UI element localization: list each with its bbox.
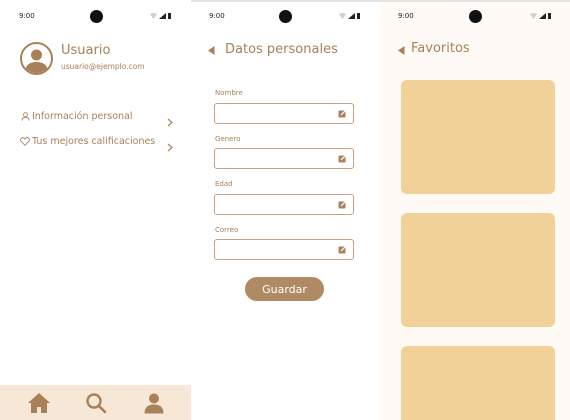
chevron-right-icon	[167, 137, 173, 156]
email-input[interactable]	[215, 240, 333, 259]
gender-input[interactable]	[215, 149, 333, 168]
page-title: Favoritos	[411, 41, 470, 56]
camera-cutout	[90, 10, 103, 23]
edit-icon[interactable]	[338, 200, 347, 209]
save-button[interactable]: Guardar	[245, 277, 324, 301]
field-label-email: Correo	[215, 226, 239, 234]
menu-item-personal-info[interactable]: Información personal	[20, 108, 175, 127]
nav-home-button[interactable]	[26, 390, 52, 416]
heart-icon	[20, 136, 30, 146]
nav-profile-button[interactable]	[141, 390, 167, 416]
wifi-icon	[339, 13, 346, 19]
nav-search-button[interactable]	[83, 390, 109, 416]
signal-icon	[539, 13, 546, 19]
home-icon	[28, 393, 50, 413]
status-time: 9:00	[19, 12, 35, 20]
status-bar: 9:00	[191, 9, 380, 25]
edit-icon[interactable]	[338, 245, 347, 254]
field-label-gender: Genero	[215, 135, 241, 143]
bottom-navigation	[0, 385, 191, 420]
status-time: 9:00	[398, 12, 414, 20]
status-bar: 9:00	[0, 9, 191, 25]
favorite-card[interactable]	[401, 213, 555, 327]
battery-icon	[357, 13, 360, 19]
signal-icon	[159, 13, 166, 19]
email-field[interactable]	[214, 239, 354, 260]
camera-cutout	[279, 10, 292, 23]
status-icons	[339, 13, 360, 19]
signal-icon	[348, 13, 355, 19]
user-name: Usuario	[61, 43, 111, 58]
search-icon	[86, 393, 107, 414]
status-icons	[150, 13, 171, 19]
user-email: usuario@ejemplo.com	[61, 62, 145, 71]
name-field[interactable]	[214, 103, 354, 124]
edit-icon[interactable]	[338, 154, 347, 163]
battery-icon	[168, 13, 171, 19]
personal-data-screen: 9:00 Datos personales Nombre Genero Edad…	[191, 0, 380, 420]
menu-item-best-ratings[interactable]: Tus mejores calificaciones	[20, 133, 175, 152]
back-arrow-icon	[397, 45, 404, 55]
wifi-icon	[150, 13, 157, 19]
avatar-person-icon	[25, 49, 48, 73]
favorite-card[interactable]	[401, 346, 555, 420]
menu-item-label: Información personal	[32, 110, 133, 122]
profile-icon	[144, 393, 164, 414]
top-divider	[380, 0, 570, 2]
back-button[interactable]	[205, 44, 217, 56]
gender-field[interactable]	[214, 148, 354, 169]
status-time: 9:00	[209, 12, 225, 20]
status-bar: 9:00	[380, 9, 570, 25]
age-input[interactable]	[215, 195, 333, 214]
camera-cutout	[469, 10, 482, 23]
page-title: Datos personales	[225, 42, 338, 57]
back-arrow-icon	[207, 45, 214, 55]
top-divider	[191, 0, 380, 2]
field-label-name: Nombre	[215, 89, 243, 97]
chevron-right-icon	[167, 112, 173, 131]
avatar	[20, 42, 53, 75]
name-input[interactable]	[215, 104, 333, 123]
favorite-card[interactable]	[401, 80, 555, 194]
favorites-screen: 9:00 Favoritos	[380, 0, 570, 420]
edit-icon[interactable]	[338, 109, 347, 118]
back-button[interactable]	[395, 44, 407, 56]
user-icon	[20, 111, 30, 121]
profile-screen: 9:00 Usuario usuario@ejemplo.com Informa…	[0, 0, 191, 420]
wifi-icon	[530, 13, 537, 19]
menu-item-label: Tus mejores calificaciones	[32, 135, 156, 147]
field-label-age: Edad	[215, 180, 233, 188]
age-field[interactable]	[214, 194, 354, 215]
battery-icon	[548, 13, 551, 19]
status-icons	[530, 13, 551, 19]
